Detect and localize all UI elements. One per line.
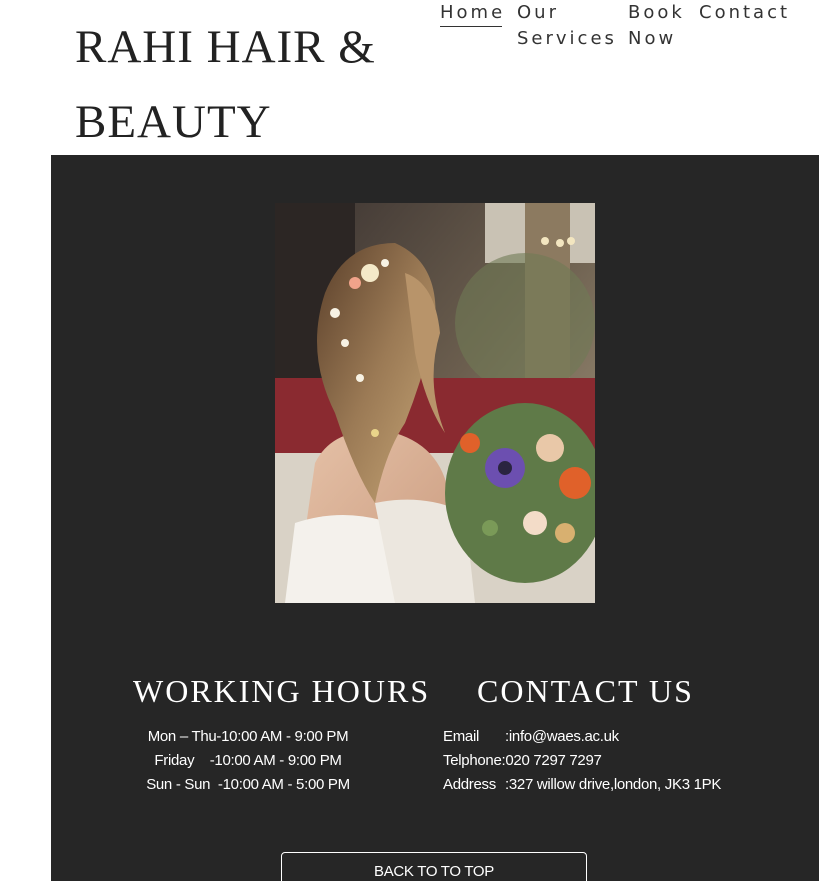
contact-address-row: Address :327 willow drive,london, JK3 1PK <box>443 773 793 797</box>
nav-home[interactable]: Home <box>440 0 502 27</box>
nav-contact[interactable]: Contact <box>699 0 799 26</box>
contact-list: Email :info@waes.ac.uk Telphone:020 7297 … <box>443 725 793 797</box>
hours-row-sun: Sun - Sun -10:00 AM - 5:00 PM <box>146 776 350 793</box>
page: RAHI HAIR & BEAUTY Home Our Services Boo… <box>0 0 831 881</box>
phone-value: 020 7297 7297 <box>505 752 602 769</box>
contact-us-title: CONTACT US <box>477 673 694 709</box>
footer-section: WORKING HOURS CONTACT US Mon – Thu-10:00… <box>51 155 819 881</box>
hours-row-mon-thu: Mon – Thu-10:00 AM - 9:00 PM <box>147 728 349 745</box>
brand-title[interactable]: RAHI HAIR & BEAUTY <box>75 10 415 160</box>
brand-line-1: RAHI HAIR & <box>75 21 376 73</box>
contact-email-row: Email :info@waes.ac.uk <box>443 725 793 749</box>
phone-label: Telphone: <box>443 752 506 769</box>
address-label: Address <box>443 776 496 793</box>
nav-our-services[interactable]: Our Services <box>517 0 617 52</box>
address-value: :327 willow drive,london, JK3 1PK <box>505 776 722 793</box>
nav-our-services-line-1: Our <box>517 2 559 23</box>
bridal-hair-photo <box>275 203 595 603</box>
back-to-top-button[interactable]: BACK TO TO TOP <box>281 852 587 881</box>
working-hours-title: WORKING HOURS <box>133 673 431 709</box>
working-hours-list: Mon – Thu-10:00 AM - 9:00 PM Friday -10:… <box>133 725 363 797</box>
brand-line-2: BEAUTY <box>75 96 272 148</box>
email-link[interactable]: :info@waes.ac.uk <box>505 728 619 745</box>
hours-row-friday: Friday -10:00 AM - 9:00 PM <box>154 752 342 769</box>
email-label: Email <box>443 728 480 745</box>
nav-book-now-line-1: Book <box>628 2 685 23</box>
nav-book-now[interactable]: Book Now <box>628 0 698 52</box>
nav-book-now-line-2: Now <box>628 28 677 49</box>
contact-phone-row: Telphone:020 7297 7297 <box>443 749 793 773</box>
nav-our-services-line-2: Services <box>517 28 617 49</box>
